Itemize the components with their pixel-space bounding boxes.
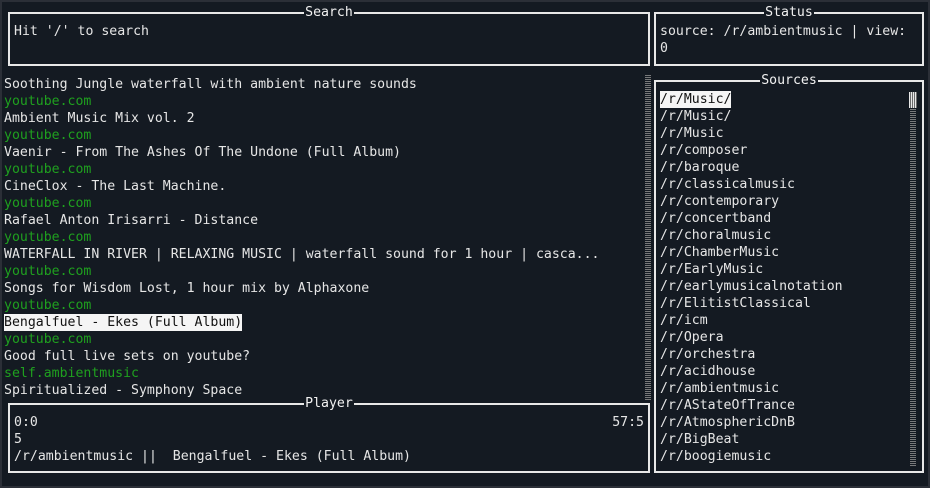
source-item[interactable]: /r/choralmusic [660, 227, 771, 244]
search-panel[interactable]: Search Hit '/' to search [8, 5, 650, 66]
source-item[interactable]: /r/concertband [660, 210, 771, 227]
source-item[interactable]: /r/Opera [660, 329, 724, 346]
source-item[interactable]: /r/AtmosphericDnB [660, 414, 795, 431]
sources-panel-title: Sources [760, 73, 818, 88]
status-panel: Status source: /r/ambientmusic | view: 0 [654, 5, 924, 66]
post-title[interactable]: Good full live sets on youtube? [4, 348, 250, 365]
post-domain: youtube.com [4, 162, 92, 177]
post-domain: youtube.com [4, 94, 92, 109]
post-title[interactable]: CineClox - The Last Machine. [4, 178, 226, 195]
post-title[interactable]: Soothing Jungle waterfall with ambient n… [4, 76, 417, 93]
source-item[interactable]: /r/classicalmusic [660, 176, 795, 193]
search-panel-title: Search [304, 5, 354, 20]
sources-scrollbar[interactable] [910, 92, 916, 466]
post-list[interactable]: Soothing Jungle waterfall with ambient n… [2, 70, 642, 400]
status-line: source: /r/ambientmusic | view: [660, 24, 907, 39]
source-item[interactable]: /r/Music/ [660, 91, 732, 108]
source-item[interactable]: /r/icm [660, 312, 708, 329]
post-domain: youtube.com [4, 332, 92, 347]
terminal-window: Search Hit '/' to search Status source: … [2, 2, 928, 486]
player-line2: 5 [14, 432, 22, 447]
player-now-playing: /r/ambientmusic || Bengalfuel - Ekes (Fu… [14, 449, 411, 464]
sources-scroll-thumb[interactable] [909, 92, 917, 108]
source-item[interactable]: /r/AStateOfTrance [660, 397, 795, 414]
post-domain: youtube.com [4, 264, 92, 279]
player-duration: 57:5 [612, 415, 644, 430]
source-item[interactable]: /r/boogiemusic [660, 448, 771, 465]
post-domain: youtube.com [4, 128, 92, 143]
status-panel-title: Status [764, 5, 814, 20]
post-title[interactable]: Ambient Music Mix vol. 2 [4, 110, 195, 127]
post-title[interactable]: Songs for Wisdom Lost, 1 hour mix by Alp… [4, 280, 369, 297]
status-view-value: 0 [660, 41, 668, 56]
post-list-scrollbar[interactable] [645, 74, 651, 400]
post-title[interactable]: Vaenir - From The Ashes Of The Undone (F… [4, 144, 401, 161]
player-elapsed: 0:0 [14, 415, 38, 430]
post-domain: youtube.com [4, 298, 92, 313]
source-item[interactable]: /r/acidhouse [660, 363, 755, 380]
player-panel: Player 0:0 57:5 5 /r/ambientmusic || Ben… [8, 396, 650, 473]
source-item[interactable]: /r/ambientmusic [660, 380, 779, 397]
source-item[interactable]: /r/orchestra [660, 346, 755, 363]
source-item[interactable]: /r/composer [660, 142, 747, 159]
source-item[interactable]: /r/BigBeat [660, 431, 739, 448]
source-item[interactable]: /r/earlymusicalnotation [660, 278, 843, 295]
source-item[interactable]: /r/contemporary [660, 193, 779, 210]
search-hint[interactable]: Hit '/' to search [14, 23, 149, 40]
sources-panel[interactable]: Sources /r/Music//r/Music//r/Music/r/com… [654, 73, 924, 473]
source-item[interactable]: /r/ElitistClassical [660, 295, 811, 312]
post-domain: youtube.com [4, 230, 92, 245]
source-item[interactable]: /r/Music [660, 125, 724, 142]
post-domain: youtube.com [4, 196, 92, 211]
post-title[interactable]: Bengalfuel - Ekes (Full Album) [4, 314, 243, 331]
source-item[interactable]: /r/ChamberMusic [660, 244, 779, 261]
source-item[interactable]: /r/baroque [660, 159, 739, 176]
source-item[interactable]: /r/Music/ [660, 108, 731, 125]
post-title[interactable]: WATERFALL IN RIVER | RELAXING MUSIC | wa… [4, 246, 599, 263]
post-domain: self.ambientmusic [4, 366, 139, 381]
post-title[interactable]: Spiritualized - Symphony Space [4, 382, 242, 399]
post-title[interactable]: Rafael Anton Irisarri - Distance [4, 212, 258, 229]
source-item[interactable]: /r/EarlyMusic [660, 261, 763, 278]
